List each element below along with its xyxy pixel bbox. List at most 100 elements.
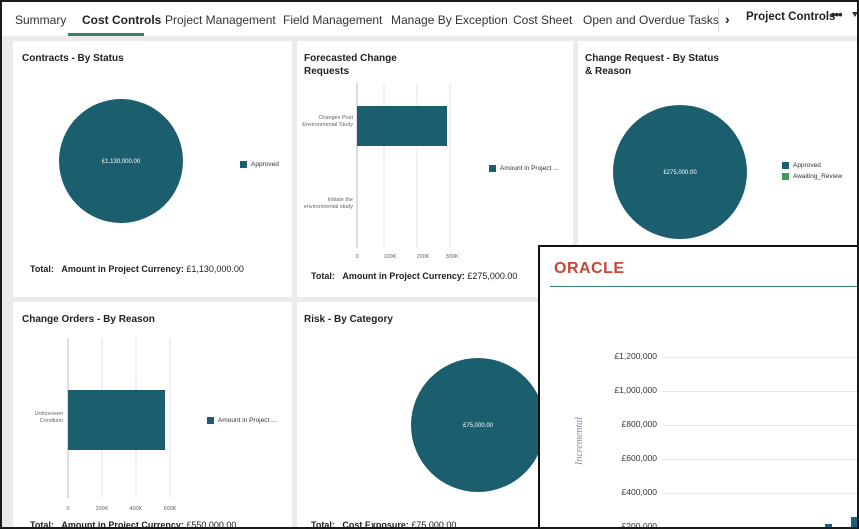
legend-swatch xyxy=(489,165,496,172)
legend-label: Amount in Project ... xyxy=(218,417,277,425)
contracts-pie-chart: £1,130,000.00 xyxy=(59,99,183,223)
legend-label: Amount in Project ... xyxy=(500,165,559,173)
gridline xyxy=(662,527,859,528)
total-value: £75,000.00 xyxy=(411,520,457,529)
bar-unforeseen-condition[interactable] xyxy=(68,390,165,450)
legend-swatch xyxy=(782,162,789,169)
tab-manage-by-exception[interactable]: Manage By Exception xyxy=(391,13,508,27)
legend-item-amount[interactable]: Amount in Project ... xyxy=(489,165,559,172)
y-tick: £1,000,000 xyxy=(614,385,657,395)
bar-changes-post-environmental-study[interactable] xyxy=(357,106,447,146)
legend-item-approved[interactable]: Approved xyxy=(782,162,842,169)
chart-bar[interactable] xyxy=(825,524,832,527)
tab-summary[interactable]: Summary xyxy=(15,13,66,27)
card-title: Forecasted Change Requests xyxy=(304,52,397,78)
total-field: Cost Exposure: xyxy=(342,520,409,529)
card-title: Change Orders - By Reason xyxy=(22,314,155,325)
y-tick: £400,000 xyxy=(621,487,657,497)
pie-value-label: £1,130,000.00 xyxy=(102,159,141,165)
gridline xyxy=(662,391,857,392)
y-tick: £200,000 xyxy=(621,521,657,529)
total-line: Total: Cost Exposure: £75,000.00 xyxy=(311,520,457,529)
category-label: Unforeseen Condition xyxy=(17,411,63,425)
tab-cost-controls[interactable]: Cost Controls xyxy=(82,13,161,27)
category-label: Initiate the environmental study xyxy=(303,197,353,210)
tab-divider xyxy=(718,8,719,32)
legend: Approved Awaiting_Review xyxy=(782,162,842,184)
card-contracts-by-status: Contracts - By Status £1,130,000.00 Appr… xyxy=(13,41,292,297)
legend: Amount in Project ... xyxy=(489,165,559,176)
change-orders-bar-chart: 0 200K 400K 600K xyxy=(66,338,177,512)
gridline xyxy=(662,459,857,460)
total-field: Amount in Project Currency: xyxy=(61,264,184,274)
category-label-line2: Condition xyxy=(39,418,63,424)
x-tick: 400K xyxy=(130,506,143,512)
legend-label: Approved xyxy=(793,162,821,170)
card-risk-by-category: Risk - By Category £75,000.00 Total: Cos… xyxy=(297,302,573,529)
x-tick: 100K xyxy=(384,254,397,260)
legend-swatch xyxy=(782,173,789,181)
category-label-line1: Unforeseen xyxy=(34,411,63,417)
gridline xyxy=(662,357,857,358)
total-line: Total: Amount in Project Currency: £275,… xyxy=(311,271,517,281)
legend-item-approved[interactable]: Approved xyxy=(240,161,279,168)
oracle-report-window: ORACLE £1,200,000 £1,000,000 £800,000 £6… xyxy=(538,245,859,529)
pie-value-label: £75,000.00 xyxy=(463,423,494,429)
chevron-right-icon[interactable]: › xyxy=(725,11,730,27)
card-title-line2: Requests xyxy=(304,66,350,77)
gridline xyxy=(662,425,857,426)
oracle-logo: ORACLE xyxy=(554,260,625,277)
card-title: Risk - By Category xyxy=(304,314,393,325)
card-forecasted-change-requests: Forecasted Change Requests Changes Post … xyxy=(297,41,573,297)
y-axis-title: Incremental xyxy=(574,417,585,465)
risk-pie-chart: £75,000.00 xyxy=(411,358,545,492)
tab-bar: Summary Cost Controls Project Management… xyxy=(2,2,857,36)
card-title: Contracts - By Status xyxy=(22,53,124,64)
legend-label: Awaiting_Review xyxy=(793,173,843,181)
y-tick: £1,200,000 xyxy=(614,351,657,361)
legend-swatch xyxy=(240,161,247,168)
total-line: Total: Amount in Project Currency: £1,13… xyxy=(30,264,244,274)
total-label: Total: xyxy=(311,271,335,281)
category-label: Changes Post Environmental Study xyxy=(302,115,353,128)
card-title-line1: Change Request - By Status xyxy=(585,53,719,64)
total-field: Amount in Project Currency: xyxy=(61,520,184,529)
tab-field-management[interactable]: Field Management xyxy=(283,13,382,27)
legend: Approved xyxy=(240,161,279,172)
total-label: Total: xyxy=(30,264,54,274)
total-value: £1,130,000.00 xyxy=(186,264,244,274)
card-change-orders-by-reason: Change Orders - By Reason Unforeseen Con… xyxy=(13,302,292,529)
caret-down-icon[interactable] xyxy=(852,12,857,17)
total-field: Amount in Project Currency: xyxy=(342,271,465,281)
legend-item-awaiting-review[interactable]: Awaiting_Review xyxy=(782,173,842,180)
chart-bar[interactable] xyxy=(851,517,857,527)
total-value: £275,000.00 xyxy=(467,271,518,281)
app-frame: Summary Cost Controls Project Management… xyxy=(0,0,859,529)
project-controls-title: Project Controls xyxy=(746,11,836,23)
legend: Amount in Project ... xyxy=(207,417,277,428)
x-tick: 200K xyxy=(417,254,430,260)
more-icon[interactable]: ••• xyxy=(831,7,843,22)
change-request-pie-chart: £275,000.00 xyxy=(613,105,747,239)
card-title-line2: & Reason xyxy=(585,66,632,77)
tab-cost-sheet[interactable]: Cost Sheet xyxy=(513,13,572,27)
legend-label: Approved xyxy=(251,161,279,169)
pie-value-label: £275,000.00 xyxy=(663,170,697,176)
gridline xyxy=(662,493,857,494)
header-divider xyxy=(550,286,857,287)
total-label: Total: xyxy=(311,520,335,529)
tab-open-overdue-tasks[interactable]: Open and Overdue Tasks xyxy=(583,13,719,27)
forecasted-bar-chart: 0 100K 200K 300K xyxy=(355,83,459,260)
tab-project-management[interactable]: Project Management xyxy=(165,13,276,27)
x-tick: 0 xyxy=(66,506,69,512)
x-tick: 0 xyxy=(355,254,358,260)
card-title: Change Request - By Status & Reason xyxy=(585,52,719,78)
legend-item-amount[interactable]: Amount in Project ... xyxy=(207,417,277,424)
total-line: Total: Amount in Project Currency: £550,… xyxy=(30,520,237,529)
legend-swatch xyxy=(207,417,214,424)
card-title-line1: Forecasted Change xyxy=(304,53,397,64)
x-tick: 200K xyxy=(96,506,109,512)
total-value: £550,000.00 xyxy=(186,520,237,529)
x-tick: 600K xyxy=(164,506,177,512)
total-label: Total: xyxy=(30,520,54,529)
